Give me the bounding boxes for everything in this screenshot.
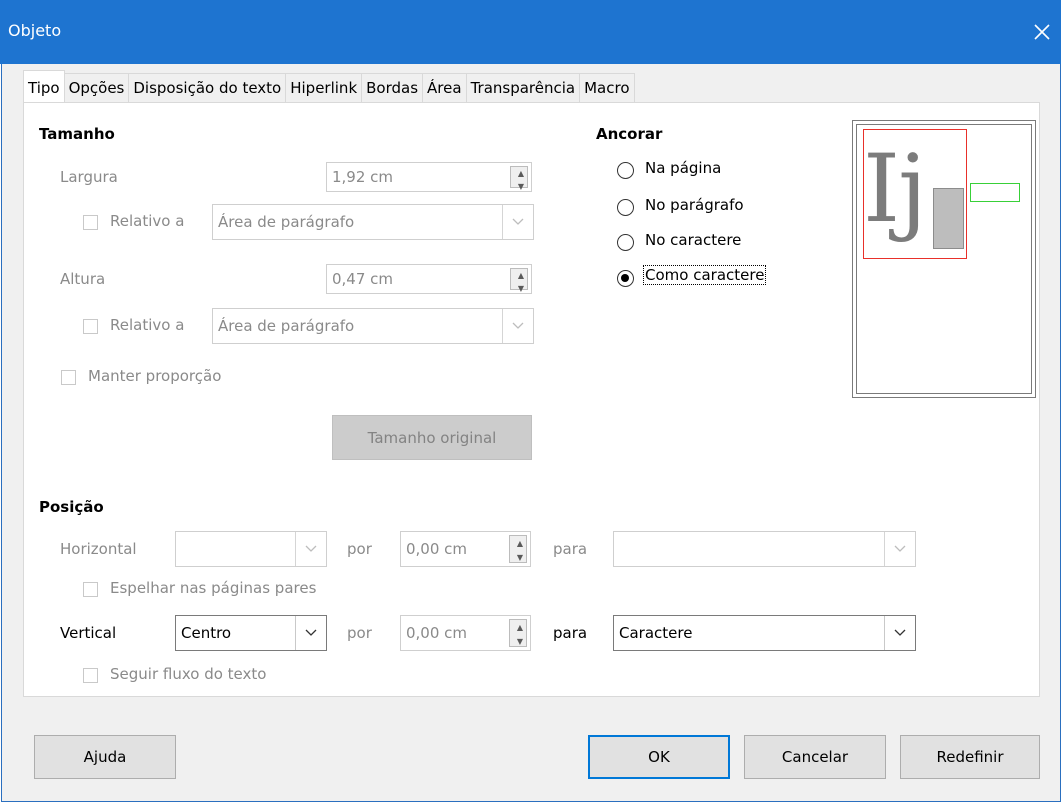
close-button[interactable] (1024, 14, 1060, 50)
horizontal-by-spinbox[interactable]: 0,00 cm ▲ ▼ (400, 531, 531, 567)
tab-area[interactable]: Área (422, 73, 467, 102)
anchor-character-radio[interactable] (617, 234, 634, 251)
tab-hiperlink[interactable]: Hiperlink (285, 73, 363, 102)
width-label: Largura (60, 168, 118, 186)
mirror-label: Espelhar nas páginas pares (110, 579, 317, 597)
width-relative-combo[interactable]: Área de parágrafo (212, 204, 534, 240)
vertical-by-value: 0,00 cm (406, 624, 468, 642)
height-relative-label: Relativo a (110, 316, 185, 334)
mirror-checkbox[interactable] (83, 582, 98, 597)
tab-macro[interactable]: Macro (579, 73, 635, 102)
horizontal-to-label: para (553, 540, 588, 558)
chevron-down-icon[interactable] (295, 532, 326, 566)
chevron-down-icon[interactable] (295, 616, 326, 650)
follow-flow-label: Seguir fluxo do texto (110, 665, 267, 683)
anchor-heading: Ancorar (596, 125, 663, 143)
spin-up-icon[interactable]: ▲ (510, 536, 530, 550)
spin-down-icon[interactable]: ▼ (511, 282, 531, 295)
height-spinbox[interactable]: 0,47 cm ▲ ▼ (326, 264, 532, 294)
title-bar: Objeto (0, 0, 1061, 64)
height-value: 0,47 cm (332, 270, 394, 288)
anchor-page-label: Na página (645, 159, 722, 177)
cancel-button[interactable]: Cancelar (744, 735, 886, 779)
preview-object-box (933, 188, 964, 249)
tab-bordas[interactable]: Bordas (361, 73, 424, 102)
chevron-down-icon[interactable] (884, 616, 915, 650)
width-relative-label: Relativo a (110, 212, 185, 230)
spin-up-icon[interactable]: ▲ (511, 269, 531, 282)
vertical-to-label: para (553, 624, 588, 642)
position-heading: Posição (39, 498, 104, 516)
tab-tipo[interactable]: Tipo (23, 70, 65, 102)
horizontal-by-spin-buttons[interactable]: ▲ ▼ (509, 535, 527, 563)
anchor-page-radio[interactable] (617, 162, 634, 179)
horizontal-label: Horizontal (60, 540, 137, 558)
anchor-as-character-radio[interactable] (617, 270, 634, 287)
width-spinbox[interactable]: 1,92 cm ▲ ▼ (326, 162, 532, 192)
vertical-combo[interactable]: Centro (175, 615, 327, 651)
reset-button[interactable]: Redefinir (900, 735, 1040, 779)
chevron-down-icon[interactable] (884, 532, 915, 566)
anchor-as-character-label: Como caractere (642, 265, 767, 285)
vertical-by-label: por (347, 624, 372, 642)
anchor-character-label: No caractere (645, 231, 742, 249)
preview-frame: Ij (852, 120, 1036, 398)
vertical-by-spin-buttons[interactable]: ▲ ▼ (509, 619, 527, 647)
spin-up-icon[interactable]: ▲ (511, 167, 531, 180)
close-icon (1034, 24, 1050, 40)
anchor-paragraph-label: No parágrafo (645, 196, 744, 214)
tab-transparencia[interactable]: Transparência (465, 73, 581, 102)
height-spin-buttons[interactable]: ▲ ▼ (510, 268, 531, 293)
vertical-to-combo[interactable]: Caractere (613, 615, 916, 651)
original-size-button[interactable]: Tamanho original (332, 415, 532, 460)
horizontal-by-label: por (347, 540, 372, 558)
height-relative-combo[interactable]: Área de parágrafo (212, 308, 534, 344)
vertical-to-value: Caractere (619, 624, 693, 642)
tab-bar: Tipo Opções Disposição do texto Hiperlin… (23, 70, 635, 103)
help-button[interactable]: Ajuda (34, 735, 176, 779)
tab-disposicao-texto[interactable]: Disposição do texto (128, 73, 287, 102)
horizontal-to-combo[interactable] (613, 531, 916, 567)
vertical-value: Centro (181, 624, 232, 642)
vertical-label: Vertical (60, 624, 117, 642)
height-relative-checkbox[interactable] (83, 319, 98, 334)
follow-flow-checkbox[interactable] (83, 668, 98, 683)
spin-down-icon[interactable]: ▼ (510, 634, 530, 648)
width-value: 1,92 cm (332, 168, 394, 186)
chevron-down-icon[interactable] (502, 205, 533, 239)
anchor-paragraph-radio[interactable] (617, 199, 634, 216)
preview-anchor-box (970, 183, 1020, 202)
size-heading: Tamanho (39, 125, 115, 143)
horizontal-by-value: 0,00 cm (406, 540, 468, 558)
tab-opcoes[interactable]: Opções (63, 73, 130, 102)
width-spin-buttons[interactable]: ▲ ▼ (510, 166, 531, 191)
window-title: Objeto (8, 21, 62, 40)
keep-ratio-checkbox[interactable] (61, 370, 76, 385)
ok-button[interactable]: OK (588, 735, 730, 779)
spin-down-icon[interactable]: ▼ (511, 180, 531, 193)
width-relative-value: Área de parágrafo (218, 213, 355, 231)
keep-ratio-label: Manter proporção (88, 367, 222, 385)
chevron-down-icon[interactable] (502, 309, 533, 343)
height-label: Altura (60, 270, 106, 288)
spin-down-icon[interactable]: ▼ (510, 550, 530, 564)
horizontal-combo[interactable] (175, 531, 327, 567)
height-relative-value: Área de parágrafo (218, 317, 355, 335)
spin-up-icon[interactable]: ▲ (510, 620, 530, 634)
preview-glyphs: Ij (863, 135, 927, 244)
vertical-by-spinbox[interactable]: 0,00 cm ▲ ▼ (400, 615, 531, 651)
width-relative-checkbox[interactable] (83, 215, 98, 230)
